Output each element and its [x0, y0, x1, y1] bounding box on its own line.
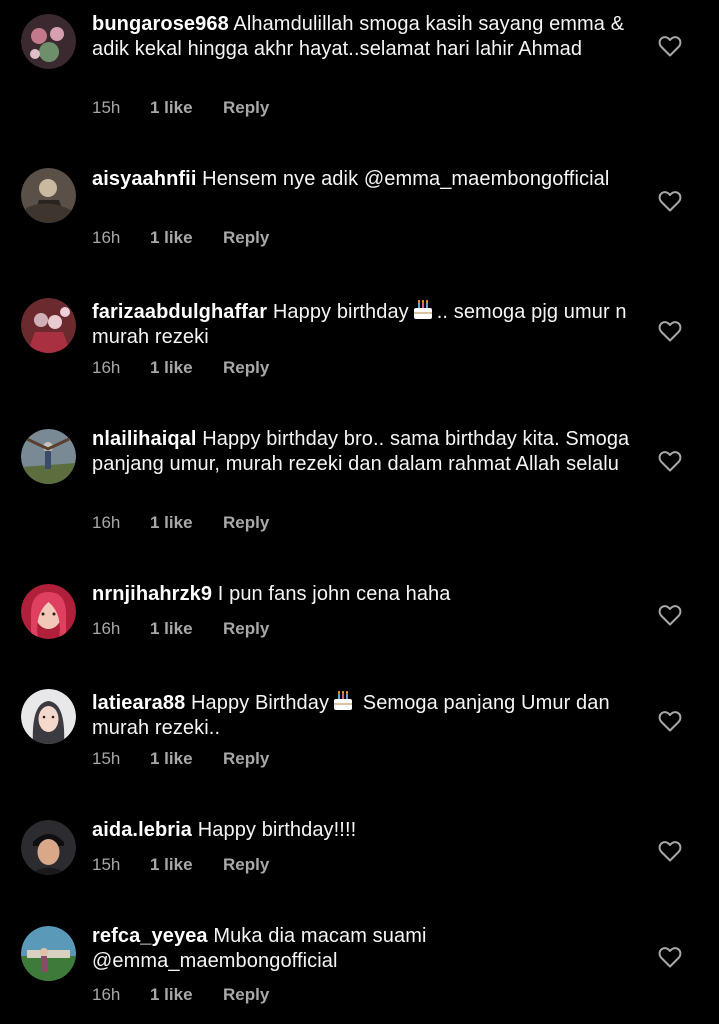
- comment-time: 16h: [92, 513, 121, 532]
- comment-username[interactable]: bungarose968: [92, 13, 229, 35]
- heart-icon[interactable]: [658, 604, 682, 626]
- heart-icon[interactable]: [658, 840, 682, 862]
- birthday-cake-icon: [331, 688, 355, 712]
- avatar[interactable]: [21, 168, 76, 223]
- comment-likes[interactable]: 1 like: [150, 512, 193, 534]
- comment-time: 15h: [92, 749, 121, 768]
- avatar[interactable]: [21, 14, 76, 69]
- reply-button[interactable]: Reply: [223, 227, 269, 249]
- comment-time: 16h: [92, 985, 121, 1004]
- comment-text: aisyaahnfii Hensem nye adik @emma_maembo…: [92, 167, 632, 192]
- comment-text: nrnjihahrzk9 I pun fans john cena haha: [92, 582, 632, 607]
- comment-text: refca_yeyea Muka dia macam suami @emma_m…: [92, 924, 632, 973]
- comment-time: 15h: [92, 98, 121, 117]
- comment-likes[interactable]: 1 like: [150, 97, 193, 119]
- avatar[interactable]: [21, 820, 76, 875]
- comment-username[interactable]: aida.lebria: [92, 819, 192, 841]
- comment-body: Hensem nye adik @emma_maembongofficial: [202, 168, 610, 190]
- comment-likes[interactable]: 1 like: [150, 227, 193, 249]
- comment-time: 16h: [92, 228, 121, 247]
- heart-icon[interactable]: [658, 190, 682, 212]
- comment-username[interactable]: farizaabdulghaffar: [92, 301, 267, 323]
- heart-icon[interactable]: [658, 946, 682, 968]
- comment-body: I pun fans john cena haha: [217, 583, 451, 605]
- avatar[interactable]: [21, 926, 76, 981]
- heart-icon[interactable]: [658, 710, 682, 732]
- comment-likes[interactable]: 1 like: [150, 854, 193, 876]
- comment-username[interactable]: nlailihaiqal: [92, 428, 197, 450]
- avatar[interactable]: [21, 298, 76, 353]
- avatar[interactable]: [21, 429, 76, 484]
- reply-button[interactable]: Reply: [223, 618, 269, 640]
- comment-text: bungarose968 Alhamdulillah smoga kasih s…: [92, 12, 632, 61]
- reply-button[interactable]: Reply: [223, 512, 269, 534]
- avatar[interactable]: [21, 584, 76, 639]
- comment-body: Happy birthday: [272, 301, 409, 323]
- comment-likes[interactable]: 1 like: [150, 748, 193, 770]
- comment-likes[interactable]: 1 like: [150, 618, 193, 640]
- comment-body: Happy Birthday: [190, 692, 330, 714]
- comment-text: nlailihaiqal Happy birthday bro.. sama b…: [92, 427, 632, 476]
- heart-icon[interactable]: [658, 320, 682, 342]
- comment-text: farizaabdulghaffar Happy birthday.. semo…: [92, 297, 632, 349]
- heart-icon[interactable]: [658, 450, 682, 472]
- comment-likes[interactable]: 1 like: [150, 357, 193, 379]
- reply-button[interactable]: Reply: [223, 357, 269, 379]
- reply-button[interactable]: Reply: [223, 97, 269, 119]
- birthday-cake-icon: [411, 297, 435, 321]
- comment-username[interactable]: nrnjihahrzk9: [92, 583, 212, 605]
- comment-username[interactable]: refca_yeyea: [92, 925, 208, 947]
- comment-username[interactable]: latieara88: [92, 692, 185, 714]
- comment-username[interactable]: aisyaahnfii: [92, 168, 196, 190]
- comment-time: 16h: [92, 358, 121, 377]
- comment-text: latieara88 Happy Birthday Semoga panjang…: [92, 688, 632, 740]
- comment-text: aida.lebria Happy birthday!!!!: [92, 818, 632, 843]
- reply-button[interactable]: Reply: [223, 984, 269, 1006]
- comment-time: 16h: [92, 619, 121, 638]
- reply-button[interactable]: Reply: [223, 854, 269, 876]
- avatar[interactable]: [21, 689, 76, 744]
- reply-button[interactable]: Reply: [223, 748, 269, 770]
- comment-body: Happy birthday!!!!: [197, 819, 357, 841]
- heart-icon[interactable]: [658, 35, 682, 57]
- comment-likes[interactable]: 1 like: [150, 984, 193, 1006]
- comment-time: 15h: [92, 855, 121, 874]
